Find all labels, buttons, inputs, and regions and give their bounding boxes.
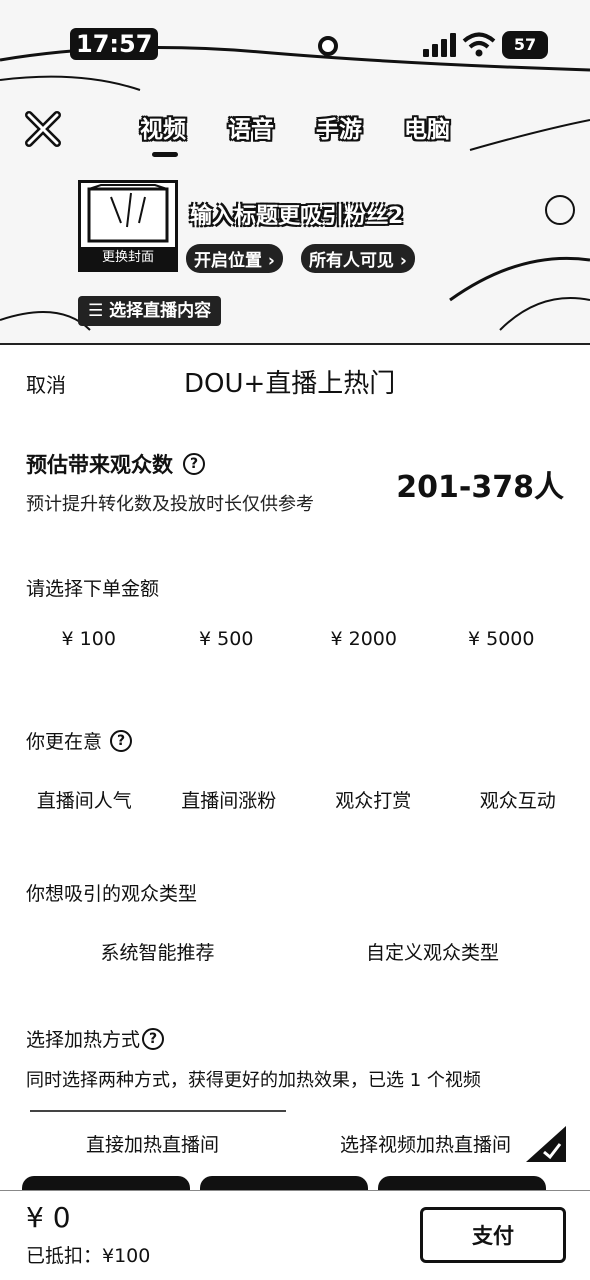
live-mode-tabs: 视频 语音 手游 电脑 [138, 110, 490, 157]
method-label: 选择加热方式 ? [26, 1025, 165, 1052]
visibility-selector[interactable]: 所有人可见 › [300, 244, 415, 273]
tab-voice[interactable]: 语音 [226, 110, 314, 157]
amount-options: ¥ 100 ¥ 500 ¥ 2000 ¥ 5000 [0, 628, 590, 650]
estimate-title: 预估带来观众数 ? [26, 449, 205, 479]
total-price: ¥ 0 [26, 1201, 71, 1234]
goal-option-popularity[interactable]: 直播间人气 [12, 786, 157, 813]
help-icon[interactable]: ? [183, 453, 205, 475]
cover-thumbnail[interactable]: 更换封面 [78, 180, 178, 272]
method-label-text: 选择加热方式 [26, 1029, 141, 1051]
help-icon[interactable]: ? [110, 729, 133, 752]
location-toggle[interactable]: 开启位置 › [186, 244, 283, 273]
status-icons: 57 [423, 30, 548, 60]
estimate-value: 201-378人 [396, 470, 564, 505]
pay-button[interactable]: 支付 [420, 1207, 566, 1263]
tab-video-heat-live[interactable]: 选择视频加热直播间 [340, 1130, 511, 1157]
tab-video[interactable]: 视频 [138, 110, 226, 157]
method-description: 同时选择两种方式，获得更好的加热效果，已选 1 个视频 [26, 1070, 481, 1091]
amount-option-5000[interactable]: ¥ 5000 [433, 628, 571, 650]
cellular-signal-icon [423, 33, 456, 57]
amount-option-500[interactable]: ¥ 500 [158, 628, 296, 650]
camera-indicator-icon [318, 36, 338, 56]
cancel-button[interactable]: 取消 [26, 369, 66, 398]
close-icon[interactable] [24, 110, 62, 148]
battery-icon: 57 [502, 31, 548, 59]
tab-direct-heat-live[interactable]: 直接加热直播间 [86, 1130, 219, 1157]
tab-pc[interactable]: 电脑 [402, 110, 490, 157]
audience-option-custom[interactable]: 自定义观众类型 [295, 938, 570, 965]
status-time: 17:57 [70, 28, 159, 60]
goal-label-text: 你更在意 [26, 731, 103, 753]
selected-check-icon [526, 1126, 566, 1166]
help-icon[interactable]: ? [142, 1027, 165, 1050]
amount-option-2000[interactable]: ¥ 2000 [295, 628, 433, 650]
amount-label: 请选择下单金额 [26, 578, 160, 600]
preview-chips: 开启位置 › 所有人可见 › [186, 244, 415, 273]
audience-label: 你想吸引的观众类型 [26, 883, 198, 905]
goal-option-tips[interactable]: 观众打赏 [301, 786, 446, 813]
payment-footer: ¥ 0 已抵扣：¥100 支付 [0, 1190, 590, 1280]
goal-label: 你更在意 ? [26, 727, 133, 754]
goal-options: 直播间人气 直播间涨粉 观众打赏 观众互动 [0, 786, 590, 813]
estimate-title-label: 预估带来观众数 [26, 453, 173, 477]
live-title-input[interactable]: 输入标题更吸引粉丝2 [190, 198, 403, 230]
goal-option-followers[interactable]: 直播间涨粉 [157, 786, 302, 813]
sheet-title: DOU+直播上热门 [184, 369, 396, 399]
camera-preview: 17:57 57 视频 语音 手游 电脑 更换封面 输入标题更吸引粉丝2 开启位… [0, 0, 590, 345]
cover-image-icon [87, 184, 169, 243]
tab-mobile-game[interactable]: 手游 [314, 110, 402, 157]
sheet-header: 取消 DOU+直播上热门 [0, 345, 590, 415]
method-tab-indicator [30, 1110, 286, 1112]
video-thumbnail-strip[interactable] [0, 1176, 590, 1190]
change-cover-label: 更换封面 [81, 247, 175, 269]
method-tabs: 直接加热直播间 选择视频加热直播间 [0, 1110, 590, 1176]
audience-option-smart[interactable]: 系统智能推荐 [20, 938, 295, 965]
goal-option-interaction[interactable]: 观众互动 [446, 786, 590, 813]
estimate-subtitle: 预计提升转化数及投放时长仅供参考 [26, 494, 314, 515]
amount-option-100[interactable]: ¥ 100 [20, 628, 158, 650]
audience-options: 系统智能推荐 自定义观众类型 [0, 938, 590, 965]
wifi-icon [462, 32, 496, 58]
status-bar: 17:57 57 [0, 28, 590, 64]
select-live-content-button[interactable]: ☰ 选择直播内容 [78, 296, 222, 326]
discount-offset: 已抵扣：¥100 [26, 1245, 151, 1267]
